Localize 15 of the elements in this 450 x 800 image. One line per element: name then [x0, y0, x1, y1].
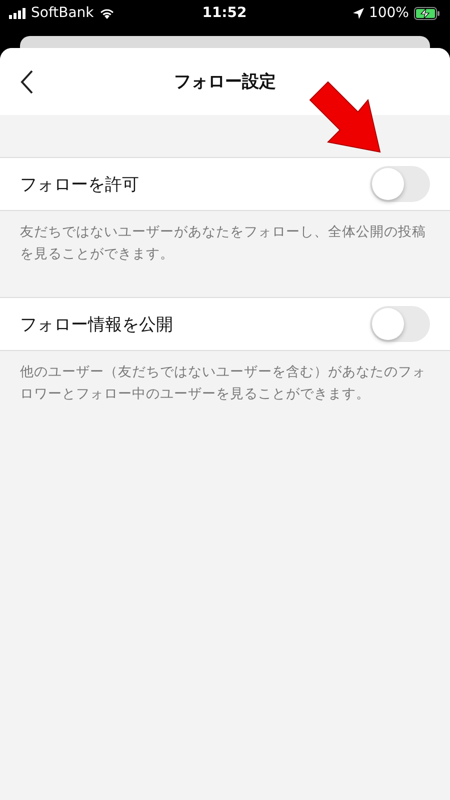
carrier-name: SoftBank: [31, 5, 94, 21]
setting-description: 友だちではないユーザーがあなたをフォローし、全体公開の投稿を見ることができます。: [19, 223, 427, 264]
clock-time: 11:52: [202, 5, 247, 21]
location-icon: [352, 8, 364, 18]
wifi-icon: [98, 7, 115, 19]
toggle-switch[interactable]: [370, 306, 430, 342]
battery-percent: 100%: [368, 5, 409, 21]
setting-label: フォローを許可: [20, 174, 139, 196]
back-icon[interactable]: [20, 70, 34, 94]
setting-label: フォロー情報を公開: [20, 314, 173, 336]
screen-title: フォロー設定: [174, 71, 276, 93]
toggle-switch[interactable]: [370, 166, 430, 202]
battery-charging-icon: [414, 6, 440, 20]
setting-description: 他のユーザー（友だちではないユーザーを含む）があなたのフォロワーとフォロー中のユーザーを見ることができます。: [19, 363, 427, 404]
signal-icon: [9, 8, 26, 18]
